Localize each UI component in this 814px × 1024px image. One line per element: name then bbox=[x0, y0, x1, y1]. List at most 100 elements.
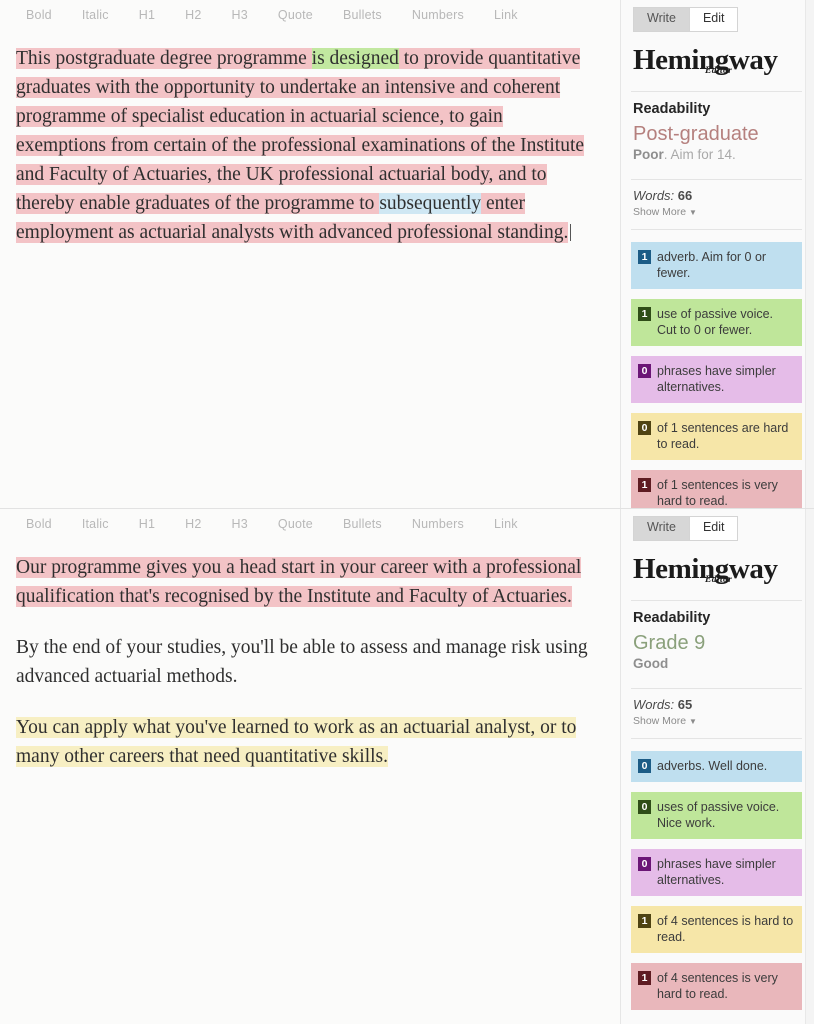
right-rail bbox=[805, 509, 814, 1024]
stat-card-text: of 4 sentences is hard to read. bbox=[657, 913, 794, 944]
toolbar-item-link[interactable]: Link bbox=[494, 517, 518, 531]
readability-section: Readability Grade 9 Good bbox=[631, 601, 802, 681]
divider-under-words bbox=[631, 737, 802, 739]
show-more-toggle[interactable]: Show More ▼ bbox=[633, 715, 802, 727]
edit-mode-button[interactable]: Edit bbox=[688, 7, 739, 32]
text-segment-yellow: You can apply what you've learned to wor… bbox=[16, 717, 577, 768]
edit-mode-button[interactable]: Edit bbox=[688, 516, 739, 541]
stat-card-text: adverbs. Well done. bbox=[657, 758, 768, 773]
word-count-label: Words: bbox=[633, 187, 675, 203]
mode-switch: Write Edit bbox=[633, 516, 802, 541]
stat-card-yellow[interactable]: 0 of 1 sentences are hard to read. bbox=[631, 412, 802, 460]
stat-card-green[interactable]: 0 uses of passive voice. Nice work. bbox=[631, 791, 802, 839]
text-segment-green: is designed bbox=[311, 48, 399, 69]
show-more-toggle[interactable]: Show More ▼ bbox=[633, 206, 802, 218]
stat-card-text: of 1 sentences is very hard to read. bbox=[657, 477, 778, 508]
stat-card-pink[interactable]: 1 of 1 sentences is very hard to read. bbox=[631, 469, 802, 508]
toolbar-item-quote[interactable]: Quote bbox=[278, 517, 313, 531]
verdict-word: Poor bbox=[633, 146, 664, 162]
hemingway-logo: Hemingway Editor bbox=[633, 45, 802, 84]
toolbar-item-link[interactable]: Link bbox=[494, 8, 518, 22]
formatting-toolbar: Bold Italic H1 H2 H3 Quote Bullets Numbers Link bbox=[0, 509, 620, 539]
toolbar-item-bullets[interactable]: Bullets bbox=[343, 8, 382, 22]
toolbar-item-h3[interactable]: H3 bbox=[232, 8, 248, 22]
show-more-label: Show More bbox=[633, 205, 687, 218]
document-text[interactable]: This postgraduate degree programme is de… bbox=[0, 30, 620, 247]
editor-panel-top: Bold Italic H1 H2 H3 Quote Bullets Numbers Link … bbox=[0, 0, 814, 508]
document-paragraph: By the end of your studies, you'll be ab… bbox=[16, 633, 594, 691]
write-mode-button[interactable]: Write bbox=[633, 7, 689, 32]
stat-card-green[interactable]: 1 use of passive voice. Cut to 0 or fewer… bbox=[631, 298, 802, 346]
toolbar-item-bold[interactable]: Bold bbox=[26, 517, 52, 531]
chevron-down-icon: ▼ bbox=[689, 716, 697, 726]
mode-switch: Write Edit bbox=[633, 7, 802, 32]
stat-card-text: uses of passive voice. Nice work. bbox=[657, 799, 780, 830]
toolbar-item-numbers[interactable]: Numbers bbox=[412, 8, 464, 22]
chevron-down-icon: ▼ bbox=[689, 207, 697, 217]
logo-subtitle: Editor bbox=[705, 574, 733, 585]
readability-heading: Readability bbox=[633, 609, 711, 626]
stat-card-count: 1 bbox=[638, 306, 651, 321]
word-count: Words: 66 Show More ▼ bbox=[631, 180, 802, 222]
editor-panel-bottom: Bold Italic H1 H2 H3 Quote Bullets Numbers Link … bbox=[0, 508, 814, 1024]
stat-card-count: 0 bbox=[638, 799, 651, 814]
word-count-label: Words: bbox=[633, 696, 675, 712]
readability-grade: Grade 9 bbox=[633, 631, 706, 654]
editor-column: Bold Italic H1 H2 H3 Quote Bullets Numbers Link … bbox=[0, 509, 620, 1024]
stat-card-blue[interactable]: 1 adverb. Aim for 0 or fewer. bbox=[631, 241, 802, 289]
stat-card-count: 0 bbox=[638, 856, 651, 871]
text-segment-none: By the end of your studies, you'll be ab… bbox=[16, 637, 588, 688]
stat-card-text: adverb. Aim for 0 or fewer. bbox=[657, 249, 767, 280]
readability-verdict: Poor. Aim for 14. bbox=[633, 147, 802, 162]
readability-verdict: Good bbox=[633, 656, 802, 671]
toolbar-item-h3[interactable]: H3 bbox=[232, 517, 248, 531]
hemingway-editor-app: Bold Italic H1 H2 H3 Quote Bullets Numbers Link … bbox=[0, 0, 814, 1024]
document-paragraph: You can apply what you've learned to wor… bbox=[16, 713, 594, 771]
word-count: Words: 65 Show More ▼ bbox=[631, 689, 802, 731]
document-text[interactable]: Our programme gives you a head start in … bbox=[0, 539, 620, 771]
document-paragraph: Our programme gives you a head start in … bbox=[16, 553, 594, 611]
toolbar-item-italic[interactable]: Italic bbox=[82, 8, 109, 22]
text-caret bbox=[570, 224, 572, 242]
stat-card-count: 0 bbox=[638, 363, 651, 378]
stat-card-purple[interactable]: 0 phrases have simpler alternatives. bbox=[631, 355, 802, 403]
stat-card-count: 1 bbox=[638, 477, 651, 492]
stat-card-pink[interactable]: 1 of 4 sentences is very hard to read. bbox=[631, 962, 802, 1010]
logo-subtitle: Editor bbox=[705, 65, 733, 76]
readability-section: Readability Post-graduate Poor. Aim for … bbox=[631, 92, 802, 172]
toolbar-item-h2[interactable]: H2 bbox=[185, 8, 201, 22]
toolbar-item-bullets[interactable]: Bullets bbox=[343, 517, 382, 531]
word-count-value: 65 bbox=[677, 696, 693, 712]
stat-card-text: use of passive voice. Cut to 0 or fewer. bbox=[657, 306, 774, 337]
toolbar-item-quote[interactable]: Quote bbox=[278, 8, 313, 22]
verdict-word: Good bbox=[633, 655, 669, 671]
readability-grade: Post-graduate bbox=[633, 122, 759, 145]
text-segment-red: Our programme gives you a head start in … bbox=[16, 557, 582, 608]
toolbar-item-italic[interactable]: Italic bbox=[82, 517, 109, 531]
verdict-advice: . Aim for 14. bbox=[663, 146, 736, 162]
stat-card-count: 1 bbox=[638, 249, 651, 264]
right-rail bbox=[805, 0, 814, 508]
stat-card-yellow[interactable]: 1 of 4 sentences is hard to read. bbox=[631, 905, 802, 953]
stat-cards: 1 adverb. Aim for 0 or fewer. 1 use of pass… bbox=[631, 241, 802, 508]
stat-card-text: of 4 sentences is very hard to read. bbox=[657, 970, 778, 1001]
stat-card-text: of 1 sentences are hard to read. bbox=[657, 420, 789, 451]
toolbar-item-h2[interactable]: H2 bbox=[185, 517, 201, 531]
toolbar-item-h1[interactable]: H1 bbox=[139, 517, 155, 531]
toolbar-item-h1[interactable]: H1 bbox=[139, 8, 155, 22]
stat-card-blue[interactable]: 0 adverbs. Well done. bbox=[631, 750, 802, 782]
write-mode-button[interactable]: Write bbox=[633, 516, 689, 541]
analysis-sidebar: Write Edit Hemingway Editor Readability … bbox=[620, 509, 814, 1024]
stat-card-purple[interactable]: 0 phrases have simpler alternatives. bbox=[631, 848, 802, 896]
readability-heading: Readability bbox=[633, 100, 711, 117]
hemingway-logo: Hemingway Editor bbox=[633, 554, 802, 593]
stat-card-count: 1 bbox=[638, 970, 651, 985]
text-segment-blue: subsequently bbox=[379, 193, 482, 215]
toolbar-item-bold[interactable]: Bold bbox=[26, 8, 52, 22]
toolbar-item-numbers[interactable]: Numbers bbox=[412, 517, 464, 531]
stat-card-count: 0 bbox=[638, 420, 651, 435]
editor-column: Bold Italic H1 H2 H3 Quote Bullets Numbers Link … bbox=[0, 0, 620, 508]
stat-cards: 0 adverbs. Well done. 0 uses of passive voi… bbox=[631, 750, 802, 1010]
stat-card-text: phrases have simpler alternatives. bbox=[657, 856, 776, 887]
stat-card-count: 0 bbox=[638, 758, 651, 773]
